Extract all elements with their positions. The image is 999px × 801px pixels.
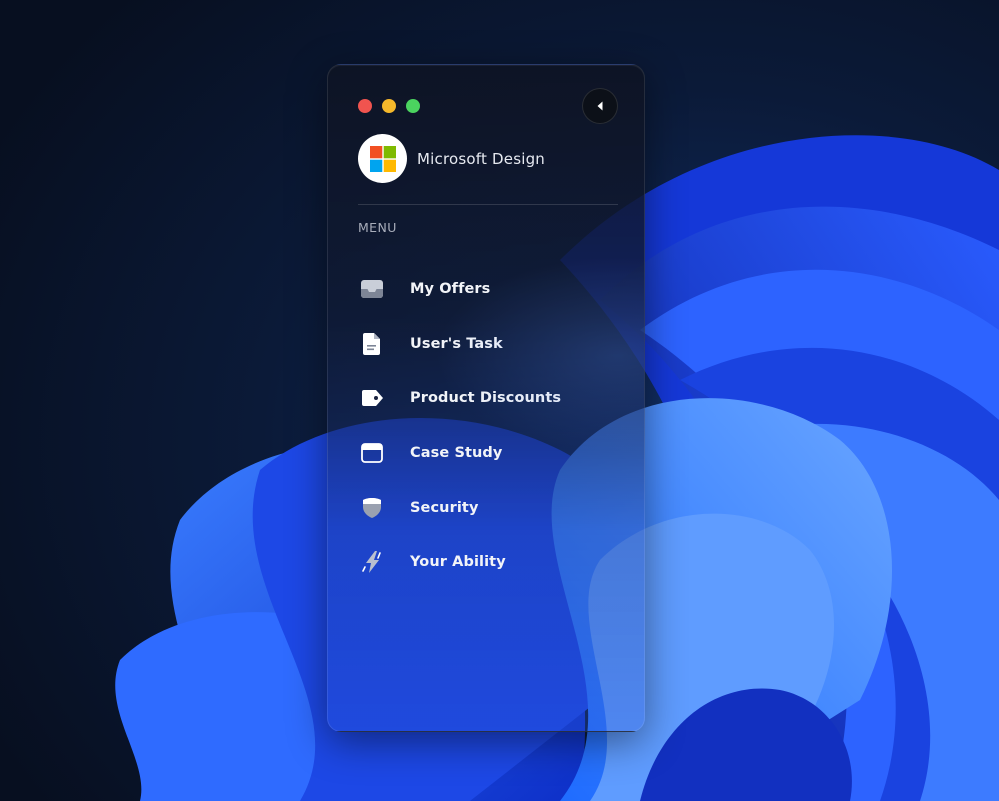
shield-icon <box>360 496 384 520</box>
browser-window-icon <box>360 441 384 465</box>
close-window-button[interactable] <box>358 99 372 113</box>
brand-name: Microsoft Design <box>417 149 546 168</box>
header-divider <box>358 204 618 205</box>
brand-avatar <box>358 134 407 183</box>
brand-header: Microsoft Design <box>358 134 545 183</box>
window-controls <box>358 99 420 113</box>
menu-list: My Offers User's Task Product Discounts … <box>328 262 644 590</box>
sidebar-panel: Microsoft Design MENU My Offers User's T… <box>327 64 645 732</box>
menu-item-label: Your Ability <box>410 554 506 571</box>
menu-item-users-task[interactable]: User's Task <box>328 317 644 372</box>
caret-left-icon <box>597 101 603 111</box>
tag-icon <box>360 386 384 410</box>
inbox-icon <box>360 277 384 301</box>
menu-item-label: Product Discounts <box>410 390 562 407</box>
menu-item-label: My Offers <box>410 281 491 298</box>
menu-item-label: Case Study <box>410 445 503 462</box>
menu-heading: MENU <box>358 220 397 235</box>
menu-item-product-discounts[interactable]: Product Discounts <box>328 371 644 426</box>
menu-item-label: Security <box>410 499 479 516</box>
minimize-window-button[interactable] <box>382 99 396 113</box>
maximize-window-button[interactable] <box>406 99 420 113</box>
menu-item-security[interactable]: Security <box>328 480 644 535</box>
microsoft-logo-icon <box>369 145 396 172</box>
collapse-sidebar-button[interactable] <box>582 88 618 124</box>
menu-item-case-study[interactable]: Case Study <box>328 426 644 481</box>
lightning-icon <box>360 550 384 574</box>
document-icon <box>360 332 384 356</box>
menu-item-my-offers[interactable]: My Offers <box>328 262 644 317</box>
menu-item-your-ability[interactable]: Your Ability <box>328 535 644 590</box>
menu-item-label: User's Task <box>410 335 503 352</box>
